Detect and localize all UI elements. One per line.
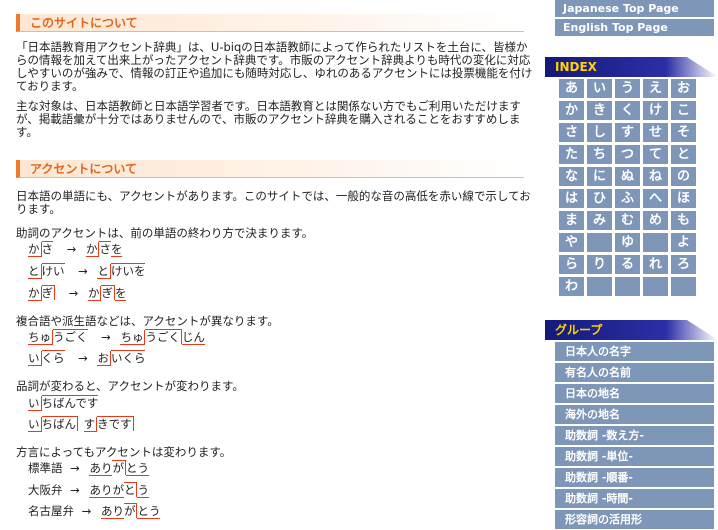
kana-button[interactable]: な (559, 167, 584, 186)
about-paragraph-2: 主な対象は、日本語教師と日本語学習者です。日本語教育とは関係ない方でもご利用いた… (16, 99, 521, 139)
kana-button[interactable]: ら (559, 255, 584, 274)
kana-button[interactable]: く (615, 101, 640, 120)
english-top-link[interactable]: English Top Page (555, 19, 714, 36)
kana-button[interactable]: み (587, 211, 612, 230)
kana-button[interactable]: け (643, 101, 668, 120)
kana-button[interactable]: は (559, 189, 584, 208)
group-item[interactable]: 日本人の名字 (555, 342, 714, 361)
index-header: INDEX (545, 57, 718, 77)
group-item[interactable]: 有名人の名前 (555, 363, 714, 382)
group-item[interactable]: 日本の地名 (555, 384, 714, 403)
kana-button[interactable]: と (671, 145, 696, 164)
kana-button[interactable]: ぬ (615, 167, 640, 186)
kana-button[interactable]: ふ (615, 189, 640, 208)
kana-button[interactable]: の (671, 167, 696, 186)
pos-intro: 品詞が変わると、アクセントが変わります。 (16, 379, 244, 393)
group-item[interactable]: 海外の地名 (555, 405, 714, 424)
kana-button[interactable]: さ (559, 123, 584, 142)
accent-paragraph: 日本語の単語にも、アクセントがあります。このサイトでは、一般的な音の高低を赤い線… (16, 189, 531, 216)
section-title-about: このサイトについて (16, 14, 524, 32)
kana-button[interactable]: よ (671, 233, 696, 252)
kana-empty-cell (643, 233, 668, 252)
kana-button[interactable]: う (615, 79, 640, 98)
kana-button[interactable]: て (643, 145, 668, 164)
kana-empty-cell (615, 277, 640, 296)
kana-button[interactable]: る (615, 255, 640, 274)
compound-example-2: いくら → おいくら (28, 350, 146, 366)
kana-button[interactable]: り (587, 255, 612, 274)
compound-example-1: ちゅ うごく → ちゅ うごく じん (28, 329, 205, 345)
kana-empty-cell (587, 233, 612, 252)
kana-button[interactable]: ひ (587, 189, 612, 208)
kana-button[interactable]: わ (559, 277, 584, 296)
kana-empty-cell (671, 277, 696, 296)
kana-button[interactable]: め (643, 211, 668, 230)
kana-button[interactable]: こ (671, 101, 696, 120)
sidebar: Japanese Top Page English Top Page INDEX… (545, 0, 718, 530)
kana-button[interactable]: ほ (671, 189, 696, 208)
group-item[interactable]: 助数詞 -順番- (555, 468, 714, 487)
particle-example-2: とけい → とけいを (28, 263, 146, 279)
kana-empty-cell (587, 277, 612, 296)
group-item[interactable]: 助数詞 -数え方- (555, 426, 714, 445)
group-item[interactable]: 助数詞 -時間- (555, 489, 714, 508)
kana-button[interactable]: や (559, 233, 584, 252)
kana-button[interactable]: ろ (671, 255, 696, 274)
group-item[interactable]: 助数詞 -単位- (555, 447, 714, 466)
kana-button[interactable]: す (615, 123, 640, 142)
kana-button[interactable]: し (587, 123, 612, 142)
kana-button[interactable]: も (671, 211, 696, 230)
kana-button[interactable]: せ (643, 123, 668, 142)
section-title-accent: アクセントについて (16, 160, 524, 178)
particle-intro: 助詞のアクセントは、前の単語の終わり方で決まります。 (16, 226, 314, 240)
kana-button[interactable]: に (587, 167, 612, 186)
kana-button[interactable]: ま (559, 211, 584, 230)
group-header: グループ (545, 320, 718, 340)
kana-button[interactable]: い (587, 79, 612, 98)
dialect-example-2: 大阪弁 → ありがとう (28, 482, 149, 498)
particle-example-3: かぎ → かぎを (28, 285, 127, 301)
kana-button[interactable]: つ (615, 145, 640, 164)
kana-button[interactable]: あ (559, 79, 584, 98)
kana-button[interactable]: れ (643, 255, 668, 274)
kana-button[interactable]: へ (643, 189, 668, 208)
kana-button[interactable]: き (587, 101, 612, 120)
kana-button[interactable]: ゆ (615, 233, 640, 252)
pos-example-2: いちばん すきです (28, 416, 134, 432)
dialect-intro: 方言によってもアクセントは変わります。 (16, 445, 232, 459)
kana-button[interactable]: そ (671, 123, 696, 142)
kana-button[interactable]: む (615, 211, 640, 230)
group-item[interactable]: 形容詞の活用形 (555, 510, 714, 529)
kana-button[interactable]: ち (587, 145, 612, 164)
about-paragraph-1: 「日本語教育用アクセント辞典」は、U-biqの日本語教師によって作られたリストを… (16, 40, 533, 93)
kana-button[interactable]: か (559, 101, 584, 120)
kana-button[interactable]: た (559, 145, 584, 164)
kana-button[interactable]: え (643, 79, 668, 98)
pos-example-1: いちばんです (28, 395, 99, 411)
kana-button[interactable]: ね (643, 167, 668, 186)
kana-empty-cell (643, 277, 668, 296)
compound-intro: 複合語や派生語などは、アクセントが異なります。 (16, 314, 279, 328)
kana-button[interactable]: お (671, 79, 696, 98)
dialect-example-3: 名古屋弁 → ありが とう (28, 503, 161, 519)
japanese-top-link[interactable]: Japanese Top Page (555, 0, 714, 17)
particle-example-1: かさ → かさを (28, 241, 123, 257)
dialect-example-1: 標準語 → ありが とう (28, 460, 149, 476)
